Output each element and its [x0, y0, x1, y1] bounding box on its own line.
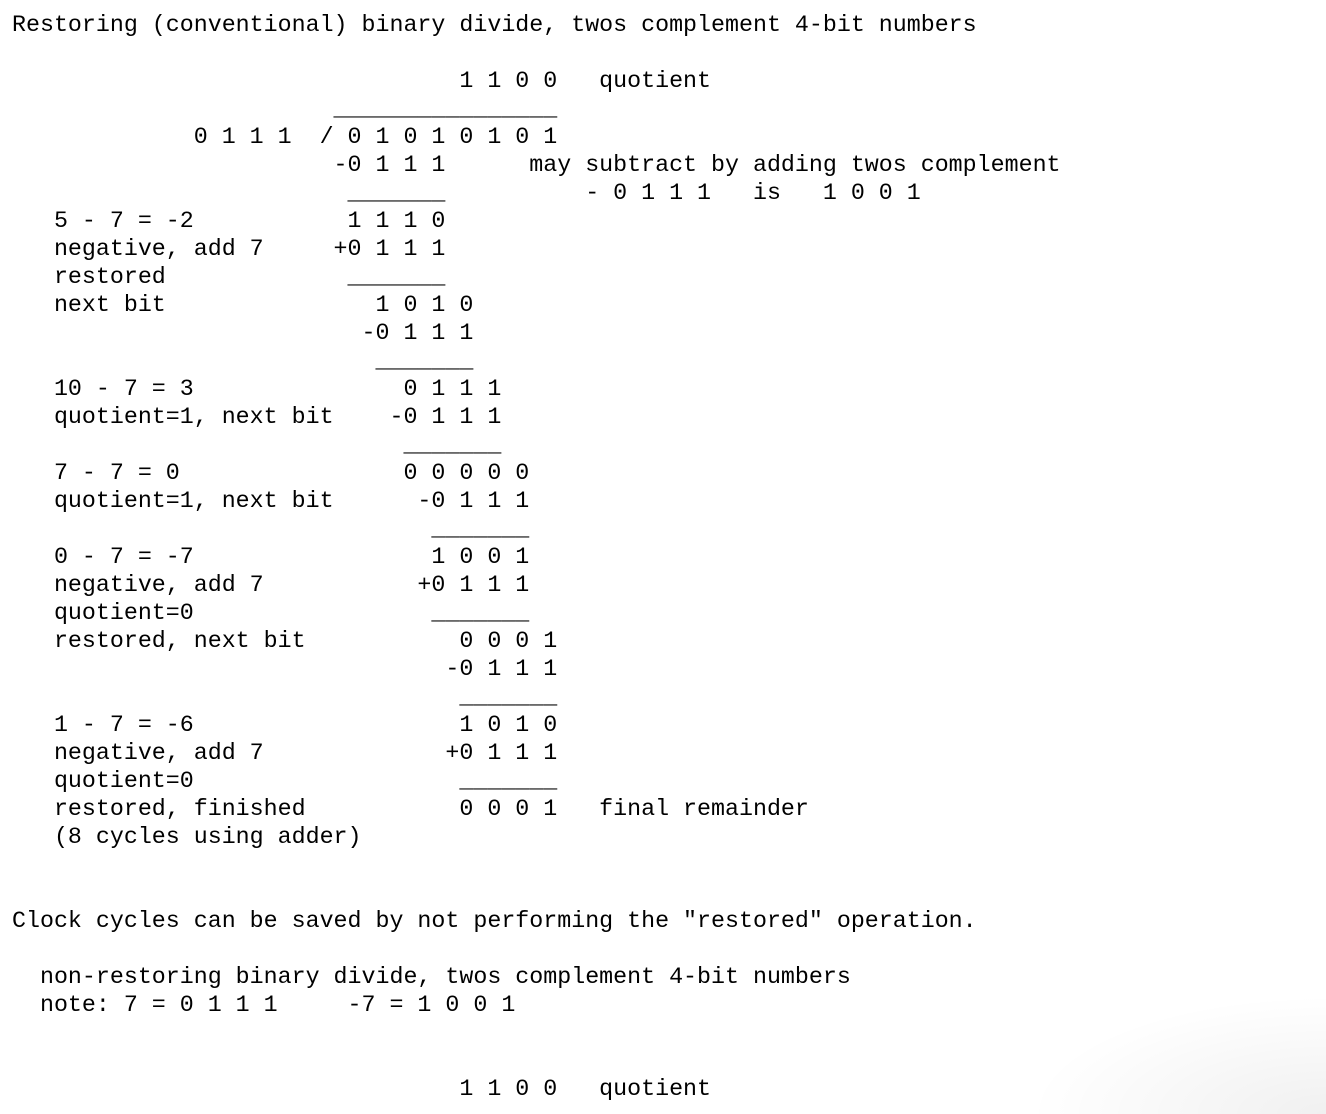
text-line	[12, 1047, 1061, 1075]
text-line: -0 1 1 1	[12, 656, 558, 682]
text-line: restored _______	[12, 264, 446, 290]
text-line	[12, 935, 1061, 963]
corner-shadow	[1026, 994, 1326, 1114]
text-line: 7 - 7 = 0 0 0 0 0 0	[12, 460, 530, 486]
text-line: negative, add 7 +0 1 1 1	[12, 236, 446, 262]
text-line: 0 - 7 = -7 1 0 0 1	[12, 544, 530, 570]
text-line	[12, 39, 1061, 67]
text-line: 1 1 0 0 quotient	[12, 1076, 712, 1102]
text-line: quotient=1, next bit -0 1 1 1	[12, 404, 502, 430]
text-line: ________________	[12, 96, 558, 122]
text-line	[12, 879, 1061, 907]
text-line: 1 - 7 = -6 1 0 1 0	[12, 712, 558, 738]
text-line: (8 cycles using adder)	[12, 824, 362, 850]
text-line: 5 - 7 = -2 1 1 1 0	[12, 208, 446, 234]
text-line: quotient=1, next bit -0 1 1 1	[12, 488, 530, 514]
text-line: Clock cycles can be saved by not perform…	[12, 908, 977, 934]
text-line: 0 1 1 1 / 0 1 0 1 0 1 0 1	[12, 124, 558, 150]
text-line: 1 1 0 0 quotient	[12, 68, 712, 94]
text-line: quotient=0 _______	[12, 768, 558, 794]
text-line	[12, 1019, 1061, 1047]
division-document: Restoring (conventional) binary divide, …	[12, 11, 1061, 1103]
text-line: next bit 1 0 1 0	[12, 292, 474, 318]
text-line	[12, 851, 1061, 879]
text-line: quotient=0 _______	[12, 600, 530, 626]
text-line: _______	[12, 432, 502, 458]
text-line: -0 1 1 1 may subtract by adding twos com…	[12, 152, 1061, 178]
text-line: _______	[12, 684, 558, 710]
text-line: Restoring (conventional) binary divide, …	[12, 12, 977, 38]
text-line: restored, finished 0 0 0 1 final remaind…	[12, 796, 809, 822]
text-line: 10 - 7 = 3 0 1 1 1	[12, 376, 502, 402]
text-line: _______	[12, 516, 530, 542]
text-line: restored, next bit 0 0 0 1	[12, 628, 558, 654]
text-line: -0 1 1 1	[12, 320, 474, 346]
text-line: _______	[12, 348, 474, 374]
text-line: note: 7 = 0 1 1 1 -7 = 1 0 0 1	[12, 992, 516, 1018]
text-line: non-restoring binary divide, twos comple…	[12, 964, 851, 990]
text-line: _______ - 0 1 1 1 is 1 0 0 1	[12, 180, 921, 206]
text-line: negative, add 7 +0 1 1 1	[12, 740, 558, 766]
text-line: negative, add 7 +0 1 1 1	[12, 572, 530, 598]
